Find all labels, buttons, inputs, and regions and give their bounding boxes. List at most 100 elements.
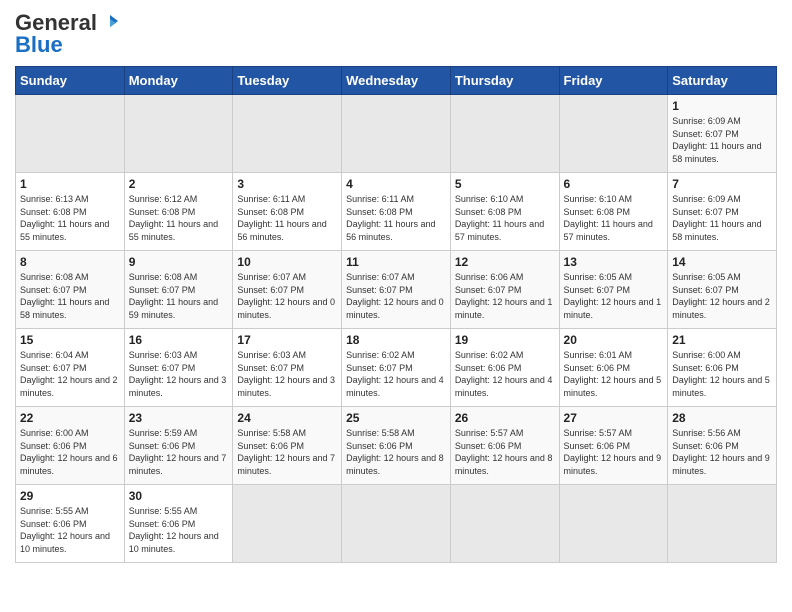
sunset-text: Sunset: 6:08 PM (20, 207, 87, 217)
daylight-text: Daylight: 12 hours and 2 minutes. (672, 297, 770, 320)
day-header-saturday: Saturday (668, 67, 777, 95)
calendar-header-row: SundayMondayTuesdayWednesdayThursdayFrid… (16, 67, 777, 95)
day-cell: 25 Sunrise: 5:58 AM Sunset: 6:06 PM Dayl… (342, 407, 451, 485)
day-cell: 22 Sunrise: 6:00 AM Sunset: 6:06 PM Dayl… (16, 407, 125, 485)
day-header-tuesday: Tuesday (233, 67, 342, 95)
day-number: 9 (129, 255, 229, 269)
day-header-sunday: Sunday (16, 67, 125, 95)
day-number: 11 (346, 255, 446, 269)
daylight-text: Daylight: 11 hours and 55 minutes. (20, 219, 109, 242)
sunrise-text: Sunrise: 6:00 AM (20, 428, 89, 438)
day-cell: 1 Sunrise: 6:13 AM Sunset: 6:08 PM Dayli… (16, 173, 125, 251)
logo-flag-icon (100, 13, 120, 33)
sunset-text: Sunset: 6:07 PM (346, 363, 413, 373)
sunrise-text: Sunrise: 6:00 AM (672, 350, 741, 360)
sunrise-text: Sunrise: 6:07 AM (237, 272, 306, 282)
day-info: Sunrise: 6:05 AM Sunset: 6:07 PM Dayligh… (672, 271, 772, 321)
day-info: Sunrise: 6:03 AM Sunset: 6:07 PM Dayligh… (237, 349, 337, 399)
sunrise-text: Sunrise: 6:12 AM (129, 194, 198, 204)
day-info: Sunrise: 5:58 AM Sunset: 6:06 PM Dayligh… (346, 427, 446, 477)
sunrise-text: Sunrise: 6:08 AM (129, 272, 198, 282)
daylight-text: Daylight: 12 hours and 3 minutes. (237, 375, 335, 398)
day-info: Sunrise: 6:12 AM Sunset: 6:08 PM Dayligh… (129, 193, 229, 243)
sunrise-text: Sunrise: 6:08 AM (20, 272, 89, 282)
sunrise-text: Sunrise: 5:57 AM (455, 428, 524, 438)
sunrise-text: Sunrise: 6:10 AM (455, 194, 524, 204)
day-info: Sunrise: 6:05 AM Sunset: 6:07 PM Dayligh… (564, 271, 664, 321)
day-cell: 10 Sunrise: 6:07 AM Sunset: 6:07 PM Dayl… (233, 251, 342, 329)
sunset-text: Sunset: 6:07 PM (346, 285, 413, 295)
day-info: Sunrise: 6:07 AM Sunset: 6:07 PM Dayligh… (346, 271, 446, 321)
day-info: Sunrise: 5:55 AM Sunset: 6:06 PM Dayligh… (129, 505, 229, 555)
day-info: Sunrise: 5:59 AM Sunset: 6:06 PM Dayligh… (129, 427, 229, 477)
sunrise-text: Sunrise: 6:01 AM (564, 350, 633, 360)
day-cell: 13 Sunrise: 6:05 AM Sunset: 6:07 PM Dayl… (559, 251, 668, 329)
day-cell: 1 Sunrise: 6:09 AM Sunset: 6:07 PM Dayli… (668, 95, 777, 173)
day-number: 12 (455, 255, 555, 269)
day-cell: 18 Sunrise: 6:02 AM Sunset: 6:07 PM Dayl… (342, 329, 451, 407)
day-cell: 21 Sunrise: 6:00 AM Sunset: 6:06 PM Dayl… (668, 329, 777, 407)
sunset-text: Sunset: 6:06 PM (672, 363, 739, 373)
sunrise-text: Sunrise: 6:03 AM (237, 350, 306, 360)
day-cell: 23 Sunrise: 5:59 AM Sunset: 6:06 PM Dayl… (124, 407, 233, 485)
page: General Blue SundayMondayTuesdayWednesda… (0, 0, 792, 612)
sunset-text: Sunset: 6:08 PM (455, 207, 522, 217)
day-number: 19 (455, 333, 555, 347)
day-info: Sunrise: 6:10 AM Sunset: 6:08 PM Dayligh… (455, 193, 555, 243)
sunset-text: Sunset: 6:06 PM (672, 441, 739, 451)
day-info: Sunrise: 6:07 AM Sunset: 6:07 PM Dayligh… (237, 271, 337, 321)
day-number: 21 (672, 333, 772, 347)
daylight-text: Daylight: 12 hours and 2 minutes. (20, 375, 118, 398)
day-number: 23 (129, 411, 229, 425)
day-number: 2 (129, 177, 229, 191)
sunrise-text: Sunrise: 6:02 AM (346, 350, 415, 360)
sunset-text: Sunset: 6:07 PM (20, 285, 87, 295)
day-number: 4 (346, 177, 446, 191)
day-info: Sunrise: 6:11 AM Sunset: 6:08 PM Dayligh… (346, 193, 446, 243)
sunset-text: Sunset: 6:08 PM (564, 207, 631, 217)
daylight-text: Daylight: 12 hours and 6 minutes. (20, 453, 118, 476)
logo: General Blue (15, 10, 120, 58)
sunset-text: Sunset: 6:06 PM (455, 441, 522, 451)
sunset-text: Sunset: 6:07 PM (129, 363, 196, 373)
day-number: 22 (20, 411, 120, 425)
sunrise-text: Sunrise: 5:55 AM (129, 506, 198, 516)
sunrise-text: Sunrise: 6:07 AM (346, 272, 415, 282)
daylight-text: Daylight: 12 hours and 1 minute. (455, 297, 553, 320)
day-cell: 5 Sunrise: 6:10 AM Sunset: 6:08 PM Dayli… (450, 173, 559, 251)
day-cell: 9 Sunrise: 6:08 AM Sunset: 6:07 PM Dayli… (124, 251, 233, 329)
day-cell: 24 Sunrise: 5:58 AM Sunset: 6:06 PM Dayl… (233, 407, 342, 485)
daylight-text: Daylight: 11 hours and 57 minutes. (564, 219, 653, 242)
day-cell: 12 Sunrise: 6:06 AM Sunset: 6:07 PM Dayl… (450, 251, 559, 329)
day-info: Sunrise: 6:08 AM Sunset: 6:07 PM Dayligh… (20, 271, 120, 321)
day-info: Sunrise: 6:02 AM Sunset: 6:07 PM Dayligh… (346, 349, 446, 399)
sunset-text: Sunset: 6:06 PM (20, 441, 87, 451)
day-cell: 15 Sunrise: 6:04 AM Sunset: 6:07 PM Dayl… (16, 329, 125, 407)
day-number: 15 (20, 333, 120, 347)
day-number: 20 (564, 333, 664, 347)
sunrise-text: Sunrise: 5:58 AM (237, 428, 306, 438)
day-info: Sunrise: 6:02 AM Sunset: 6:06 PM Dayligh… (455, 349, 555, 399)
sunrise-text: Sunrise: 6:09 AM (672, 194, 741, 204)
day-cell: 4 Sunrise: 6:11 AM Sunset: 6:08 PM Dayli… (342, 173, 451, 251)
day-number: 13 (564, 255, 664, 269)
sunrise-text: Sunrise: 6:04 AM (20, 350, 89, 360)
day-info: Sunrise: 6:00 AM Sunset: 6:06 PM Dayligh… (672, 349, 772, 399)
day-header-wednesday: Wednesday (342, 67, 451, 95)
day-info: Sunrise: 6:13 AM Sunset: 6:08 PM Dayligh… (20, 193, 120, 243)
day-cell: 8 Sunrise: 6:08 AM Sunset: 6:07 PM Dayli… (16, 251, 125, 329)
day-number: 10 (237, 255, 337, 269)
sunset-text: Sunset: 6:06 PM (129, 519, 196, 529)
day-number: 16 (129, 333, 229, 347)
sunset-text: Sunset: 6:07 PM (564, 285, 631, 295)
day-cell (233, 485, 342, 563)
day-number: 8 (20, 255, 120, 269)
day-number: 29 (20, 489, 120, 503)
day-info: Sunrise: 5:58 AM Sunset: 6:06 PM Dayligh… (237, 427, 337, 477)
day-cell: 30 Sunrise: 5:55 AM Sunset: 6:06 PM Dayl… (124, 485, 233, 563)
day-cell (124, 95, 233, 173)
sunrise-text: Sunrise: 6:11 AM (237, 194, 305, 204)
sunset-text: Sunset: 6:06 PM (346, 441, 413, 451)
day-info: Sunrise: 6:01 AM Sunset: 6:06 PM Dayligh… (564, 349, 664, 399)
day-cell: 7 Sunrise: 6:09 AM Sunset: 6:07 PM Dayli… (668, 173, 777, 251)
